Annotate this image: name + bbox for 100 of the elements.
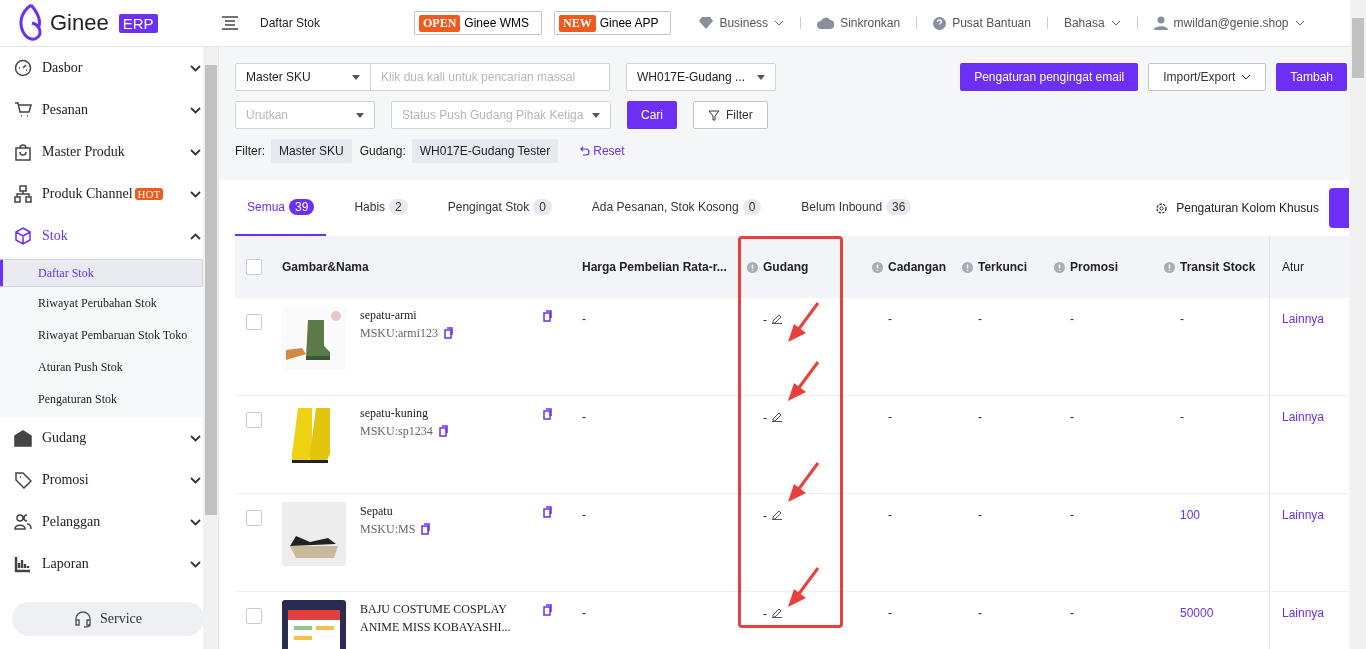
filter-chip[interactable]: WH017E-Gudang Tester [411,139,559,163]
more-link[interactable]: Lainnya [1282,508,1325,522]
transit-link[interactable]: 100 [1180,508,1201,522]
product-name: Sepatu [360,503,394,520]
more-link[interactable]: Lainnya [1282,410,1325,424]
edit-icon[interactable] [771,508,783,520]
service-button[interactable]: Service [12,602,204,636]
cloud-icon [817,17,835,29]
search-field[interactable]: Master SKU Klik dua kali untuk pencarian massal [235,63,610,91]
logo-badge: ERP [118,13,158,33]
product-name: sepatu-kuning [360,405,429,422]
edit-icon[interactable] [771,606,783,618]
chevron-icon [190,476,201,484]
warehouse-select[interactable]: WH017E-Gudang ... [626,63,776,91]
submenu-item[interactable]: Daftar Stok [0,259,203,287]
chevron-icon [190,190,201,198]
checkbox[interactable] [245,412,262,428]
table-cell: - [763,607,767,621]
undo-icon [580,146,591,156]
more-link[interactable]: Lainnya [1282,312,1325,326]
scrollbar[interactable] [1350,0,1366,649]
table-cell: - [978,410,982,424]
add-button[interactable]: Tambah [1276,63,1347,91]
submenu-item[interactable]: Pengaturan Stok [0,383,203,415]
table-cell: - [1070,508,1074,522]
chevron-icon [190,560,201,568]
submenu-item[interactable]: Aturan Push Stok [0,351,203,383]
sitemap-icon [14,185,32,203]
checkbox[interactable] [245,259,262,275]
people-icon [14,513,32,531]
reset-link[interactable]: Reset [580,144,625,158]
table-cell: - [582,312,586,326]
product-sku: MSKU:MS [360,521,416,538]
edit-icon[interactable] [771,410,783,422]
table-cell: - [978,606,982,620]
headset-icon [74,610,92,628]
sidebar-item[interactable]: Pelanggan [0,501,203,543]
tab[interactable]: Habis 2 [342,180,420,236]
table-cell: - [1070,410,1074,424]
email-reminder-button[interactable]: Pengaturan pengingat email [960,63,1139,91]
copy-icon[interactable] [542,310,552,322]
filter-label: Gudang: [359,144,406,158]
copy-icon[interactable] [437,425,448,437]
nav-link[interactable]: mwildan@genie.shop [1153,16,1305,30]
checkbox[interactable] [245,510,262,526]
settings-icon [1155,201,1169,215]
sidebar-item[interactable]: Stok [0,215,203,257]
sidebar-item[interactable]: Promosi [0,459,203,501]
submenu-item[interactable]: Riwayat Pembaruan Stok Toko [0,319,203,351]
menu-icon[interactable] [222,16,238,30]
chevron-icon [1241,74,1252,80]
column-settings-link[interactable]: Pengaturan Kolom Khusus [1155,201,1319,215]
chevron-icon [774,20,785,26]
checkbox[interactable] [245,608,262,624]
sidebar-item[interactable]: Produk Channel HOT [0,173,203,215]
filter-chip[interactable]: Master SKU [271,139,352,163]
edit-icon[interactable] [771,312,783,324]
import-export-button[interactable]: Import/Export [1148,63,1267,91]
chevron-icon [1294,20,1305,26]
promo-button[interactable]: NEW Ginee APP [554,11,672,35]
table-cell: - [978,312,982,326]
chevron-icon [190,64,201,72]
product-sku: MSKU:sp1234 [360,423,433,440]
logo-text: Ginee [50,10,109,36]
nav-link[interactable]: Sinkronkan [817,16,901,30]
more-link[interactable]: Lainnya [1282,606,1325,620]
copy-icon[interactable] [542,408,552,420]
tab[interactable]: Pengingat Stok 0 [435,180,564,236]
tab[interactable]: Belum Inbound 36 [789,180,924,236]
sidebar-item[interactable]: Dasbor [0,47,203,89]
table-cell: - [763,411,767,425]
table-cell: - [978,508,982,522]
copy-icon[interactable] [420,523,431,535]
nav-link[interactable]: Business [699,16,785,30]
table-cell: - [888,508,892,522]
transit-link[interactable]: 50000 [1180,606,1214,620]
nav-link[interactable]: Pusat Bantuan [933,16,1031,30]
nav-link[interactable]: Bahasa [1063,16,1121,30]
table-cell: - [888,606,892,620]
sidebar-item[interactable]: Laporan [0,543,203,585]
submenu-item[interactable]: Riwayat Perubahan Stok [0,287,203,319]
copy-icon[interactable] [542,506,552,518]
tab[interactable]: Ada Pesanan, Stok Kosong 0 [579,180,774,236]
copy-icon[interactable] [542,604,552,616]
promo-button[interactable]: OPEN Ginee WMS [414,11,543,35]
diamond-icon [699,17,714,29]
filter-button[interactable]: Filter [693,101,768,129]
sidebar-item[interactable]: Gudang [0,417,203,459]
user-icon [1153,16,1168,30]
product-name: sepatu-armi [360,307,418,324]
table-cell: - [582,410,586,424]
sidebar-item[interactable]: Master Produk [0,131,203,173]
copy-icon[interactable] [443,327,453,339]
scrollbar[interactable] [203,47,218,649]
hot-badge: HOT [134,188,164,200]
column-header: Promosi [1070,260,1118,274]
checkbox[interactable] [245,314,262,330]
sidebar-item[interactable]: Pesanan [0,89,203,131]
column-header: Gambar&Nama [282,260,369,274]
search-button[interactable]: Cari [627,101,677,129]
